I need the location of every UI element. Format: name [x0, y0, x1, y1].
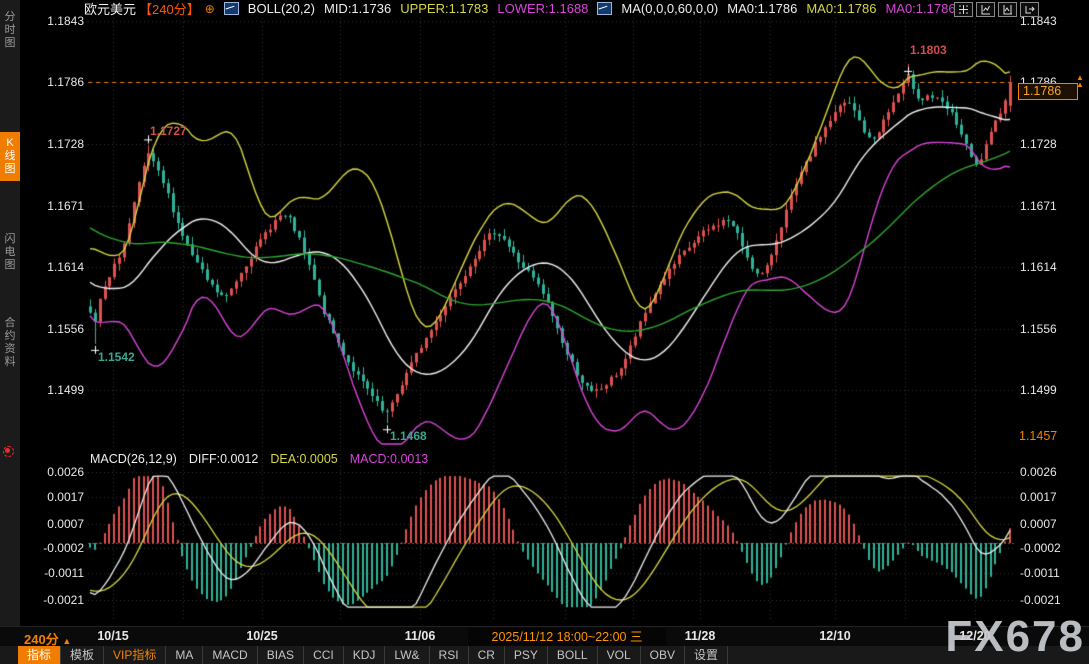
toolbar-item[interactable]: BOLL [548, 646, 598, 664]
axis-label: 1.1499 [24, 383, 84, 397]
toolbar-item[interactable]: VIP指标 [104, 646, 166, 664]
axis-label: 1.1671 [1020, 199, 1084, 213]
toolbar-item[interactable]: KDJ [344, 646, 386, 664]
boll-indicator-icon[interactable] [224, 2, 239, 15]
live-indicator-icon [3, 446, 14, 457]
toolbar-item[interactable]: RSI [430, 646, 469, 664]
sidebar-tab-3[interactable]: 闪电图 [0, 228, 20, 277]
chart-toolbar-buttons [954, 2, 1039, 17]
axis-label: 1.1728 [24, 137, 84, 151]
date-label: 10/25 [232, 629, 292, 643]
axis-label: -0.0021 [1020, 593, 1084, 607]
sidebar-tab-2[interactable]: K线图 [0, 132, 20, 181]
price-annotation: 1.1468 [390, 429, 427, 443]
toolbar-item[interactable]: CCI [304, 646, 344, 664]
range-low-label: 1.1457 [1019, 429, 1057, 443]
axis-label: -0.0002 [24, 541, 84, 555]
macd-diff-value: DIFF:0.0012 [189, 452, 258, 466]
axis-label: 0.0017 [24, 490, 84, 504]
axis-label: 0.0007 [1020, 517, 1084, 531]
indicator-toolbar: 指标模板VIP指标MAMACDBIASCCIKDJLW&RSICRPSYBOLL… [0, 646, 1089, 664]
ma-label: MA(0,0,0,60,0,0) [621, 1, 718, 16]
axis-label: 0.0026 [1020, 465, 1084, 479]
price-up-arrows: ▲▲ [1076, 74, 1084, 88]
toolbar-item[interactable]: MA [166, 646, 203, 664]
boll-upper-value: UPPER:1.1783 [400, 1, 488, 16]
date-label: 11/28 [670, 629, 730, 643]
watermark: FX678 [945, 612, 1085, 662]
toolbar-item[interactable]: 模板 [61, 646, 104, 664]
toolbar-item[interactable]: OBV [641, 646, 685, 664]
time-axis: 240分 ▲ 10/1510/2511/0611/2812/1012/20 20… [0, 626, 1089, 647]
toolbar-item[interactable]: 指标 [18, 646, 61, 664]
sidebar-tab-1[interactable]: 分时图 [0, 6, 20, 55]
axis-label: -0.0011 [24, 566, 84, 580]
chart-header: 欧元美元 【240分】 ⊕ BOLL(20,2) MID:1.1736 UPPE… [84, 1, 956, 16]
macd-hist-value: MACD:0.0013 [350, 452, 429, 466]
ma-value-1: MA0:1.1786 [727, 1, 797, 16]
chart-canvas[interactable] [0, 0, 1089, 626]
macd-dea-value: DEA:0.0005 [270, 452, 337, 466]
add-indicator-icon[interactable]: ⊕ [205, 2, 215, 16]
axis-label: 1.1728 [1020, 137, 1084, 151]
axis-label: 1.1614 [24, 260, 84, 274]
price-annotation: 1.1727 [150, 124, 187, 138]
toolbar-item[interactable]: LW& [385, 646, 429, 664]
axis-label: -0.0021 [24, 593, 84, 607]
toolbar-item[interactable]: 设置 [685, 646, 728, 664]
boll-label: BOLL(20,2) [248, 1, 315, 16]
date-label: 12/10 [805, 629, 865, 643]
symbol-name: 欧元美元 [84, 0, 136, 18]
axis-right-tool-icon[interactable] [998, 2, 1017, 17]
date-label: 11/06 [390, 629, 450, 643]
selected-bar-time-label: 2025/11/12 18:00~22:00 三 [468, 628, 666, 646]
pop-out-tool-icon[interactable] [1020, 2, 1039, 17]
trading-app: 分时图 K线图闪电图合约资料 欧元美元 【240分】 ⊕ BOLL(20,2) M… [0, 0, 1089, 664]
axis-label: 0.0007 [24, 517, 84, 531]
ma-value-2: MA0:1.1786 [806, 1, 876, 16]
macd-params-label: MACD(26,12,9) [90, 452, 177, 466]
sidebar-tab-4[interactable]: 合约资料 [0, 312, 20, 374]
axis-label: 1.1556 [1020, 322, 1084, 336]
price-annotation: 1.1803 [910, 43, 947, 57]
toolbar-item[interactable]: PSY [505, 646, 548, 664]
toolbar-item[interactable]: CR [469, 646, 505, 664]
boll-mid-value: MID:1.1736 [324, 1, 391, 16]
current-price-tag: 1.1786 [1018, 83, 1078, 100]
toolbar-item[interactable]: BIAS [258, 646, 304, 664]
axis-label: 1.1614 [1020, 260, 1084, 274]
date-label: 10/15 [83, 629, 143, 643]
crosshair-tool-icon[interactable] [954, 2, 973, 17]
axis-label: 0.0017 [1020, 490, 1084, 504]
axis-label: 1.1786 [24, 75, 84, 89]
boll-lower-value: LOWER:1.1688 [497, 1, 588, 16]
axis-label: 1.1499 [1020, 383, 1084, 397]
axis-label: 0.0026 [24, 465, 84, 479]
toolbar-item[interactable]: VOL [598, 646, 641, 664]
macd-header: MACD(26,12,9) DIFF:0.0012 DEA:0.0005 MAC… [90, 452, 428, 466]
axis-label: -0.0002 [1020, 541, 1084, 555]
axis-label: -0.0011 [1020, 566, 1084, 580]
ma-indicator-icon[interactable] [597, 2, 612, 15]
axis-label: 1.1671 [24, 199, 84, 213]
axis-left-tool-icon[interactable] [976, 2, 995, 17]
axis-label: 1.1556 [24, 322, 84, 336]
axis-label: 1.1843 [24, 14, 84, 28]
toolbar-item[interactable]: MACD [203, 646, 257, 664]
interval-label: 【240分】 [139, 0, 200, 18]
ma-value-3: MA0:1.1786 [885, 1, 955, 16]
price-annotation: 1.1542 [98, 350, 135, 364]
sidebar: 分时图 K线图闪电图合约资料 [0, 0, 20, 626]
